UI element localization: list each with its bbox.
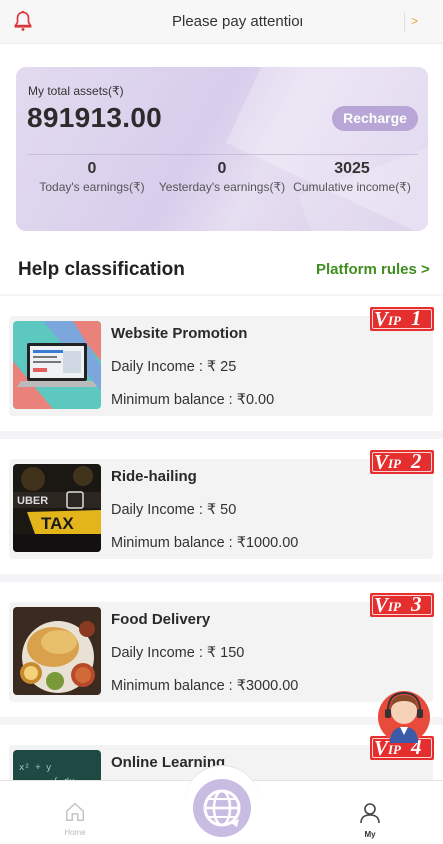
svg-text:UBER: UBER — [17, 495, 48, 507]
vip-badge-ip: IP — [388, 599, 401, 614]
task-daily-income: Daily Income : ₹ 150 — [111, 645, 245, 661]
notice-more-arrow[interactable]: > — [411, 14, 418, 28]
recharge-button[interactable]: Recharge — [332, 106, 418, 131]
customer-service-icon[interactable] — [376, 687, 432, 747]
task-thumbnail: UBER TAX — [13, 464, 101, 552]
stat-cumulative-income: 3025 Cumulative income(₹) — [287, 160, 417, 194]
task-thumbnail — [13, 321, 101, 409]
task-minimum-balance: Minimum balance : ₹1000.00 — [111, 535, 299, 551]
vip-badge-v: V — [374, 593, 389, 617]
nav-center-button[interactable] — [193, 779, 251, 837]
task-minimum-balance: Minimum balance : ₹0.00 — [111, 392, 275, 408]
vip-badge: V IP 2 — [370, 449, 434, 474]
vip-badge: V IP 1 — [370, 306, 434, 331]
task-name: Food Delivery — [111, 611, 211, 628]
user-icon — [360, 803, 380, 824]
vip-badge-v: V — [374, 450, 389, 474]
task-name: Website Promotion — [111, 325, 248, 342]
globe-icon — [203, 789, 241, 827]
task-daily-income: Daily Income : ₹ 50 — [111, 502, 237, 518]
help-classification-title: Help classification — [18, 259, 185, 280]
stat-yesterday-earnings: 0 Yesterday's earnings(₹) — [157, 160, 287, 194]
assets-divider — [28, 154, 418, 155]
nav-home[interactable]: Home — [45, 801, 105, 837]
notice-text: Please pay attention — [172, 13, 302, 30]
vip-level: 1 — [411, 306, 422, 330]
nav-my-label: My — [364, 830, 376, 839]
task-card-ride-hailing[interactable]: UBER TAX Ride-hailing Daily Income : ₹ 5… — [0, 439, 443, 574]
task-minimum-balance: Minimum balance : ₹3000.00 — [111, 678, 299, 694]
task-card-website-promotion[interactable]: Website Promotion Daily Income : ₹ 25 Mi… — [0, 296, 443, 431]
notice-bar[interactable]: Please pay attention > — [0, 0, 443, 44]
vip-level: 3 — [411, 592, 422, 616]
platform-rules-link[interactable]: Platform rules > — [316, 261, 430, 278]
home-icon — [66, 802, 84, 821]
task-daily-income: Daily Income : ₹ 25 — [111, 359, 237, 375]
notice-divider — [404, 12, 405, 32]
total-assets-amount: 891913.00 — [27, 102, 163, 133]
svg-text:x² + y: x² + y — [19, 763, 52, 773]
vip-badge-v: V — [374, 307, 389, 331]
assets-card: My total assets(₹) 891913.00 Recharge 0 … — [16, 67, 428, 231]
nav-home-label: Home — [64, 828, 86, 837]
stat-today-earnings: 0 Today's earnings(₹) — [27, 160, 157, 194]
stat-label: Today's earnings(₹) — [39, 180, 145, 194]
task-name: Ride-hailing — [111, 468, 197, 485]
stat-value: 0 — [217, 160, 227, 177]
nav-my[interactable]: My — [340, 801, 400, 839]
svg-text:TAX: TAX — [41, 514, 74, 533]
stat-value: 3025 — [334, 160, 370, 177]
bell-icon — [13, 10, 33, 31]
assets-section: My total assets(₹) 891913.00 Recharge 0 … — [0, 44, 443, 294]
vip-badge-ip: IP — [388, 456, 401, 471]
stat-value: 0 — [87, 160, 97, 177]
vip-badge: V IP 3 — [370, 592, 434, 617]
vip-level: 2 — [411, 449, 422, 473]
stat-label: Cumulative income(₹) — [293, 180, 411, 194]
task-thumbnail — [13, 607, 101, 695]
vip-badge-ip: IP — [388, 313, 401, 328]
stat-label: Yesterday's earnings(₹) — [158, 180, 286, 194]
total-assets-label: My total assets(₹) — [28, 84, 124, 98]
